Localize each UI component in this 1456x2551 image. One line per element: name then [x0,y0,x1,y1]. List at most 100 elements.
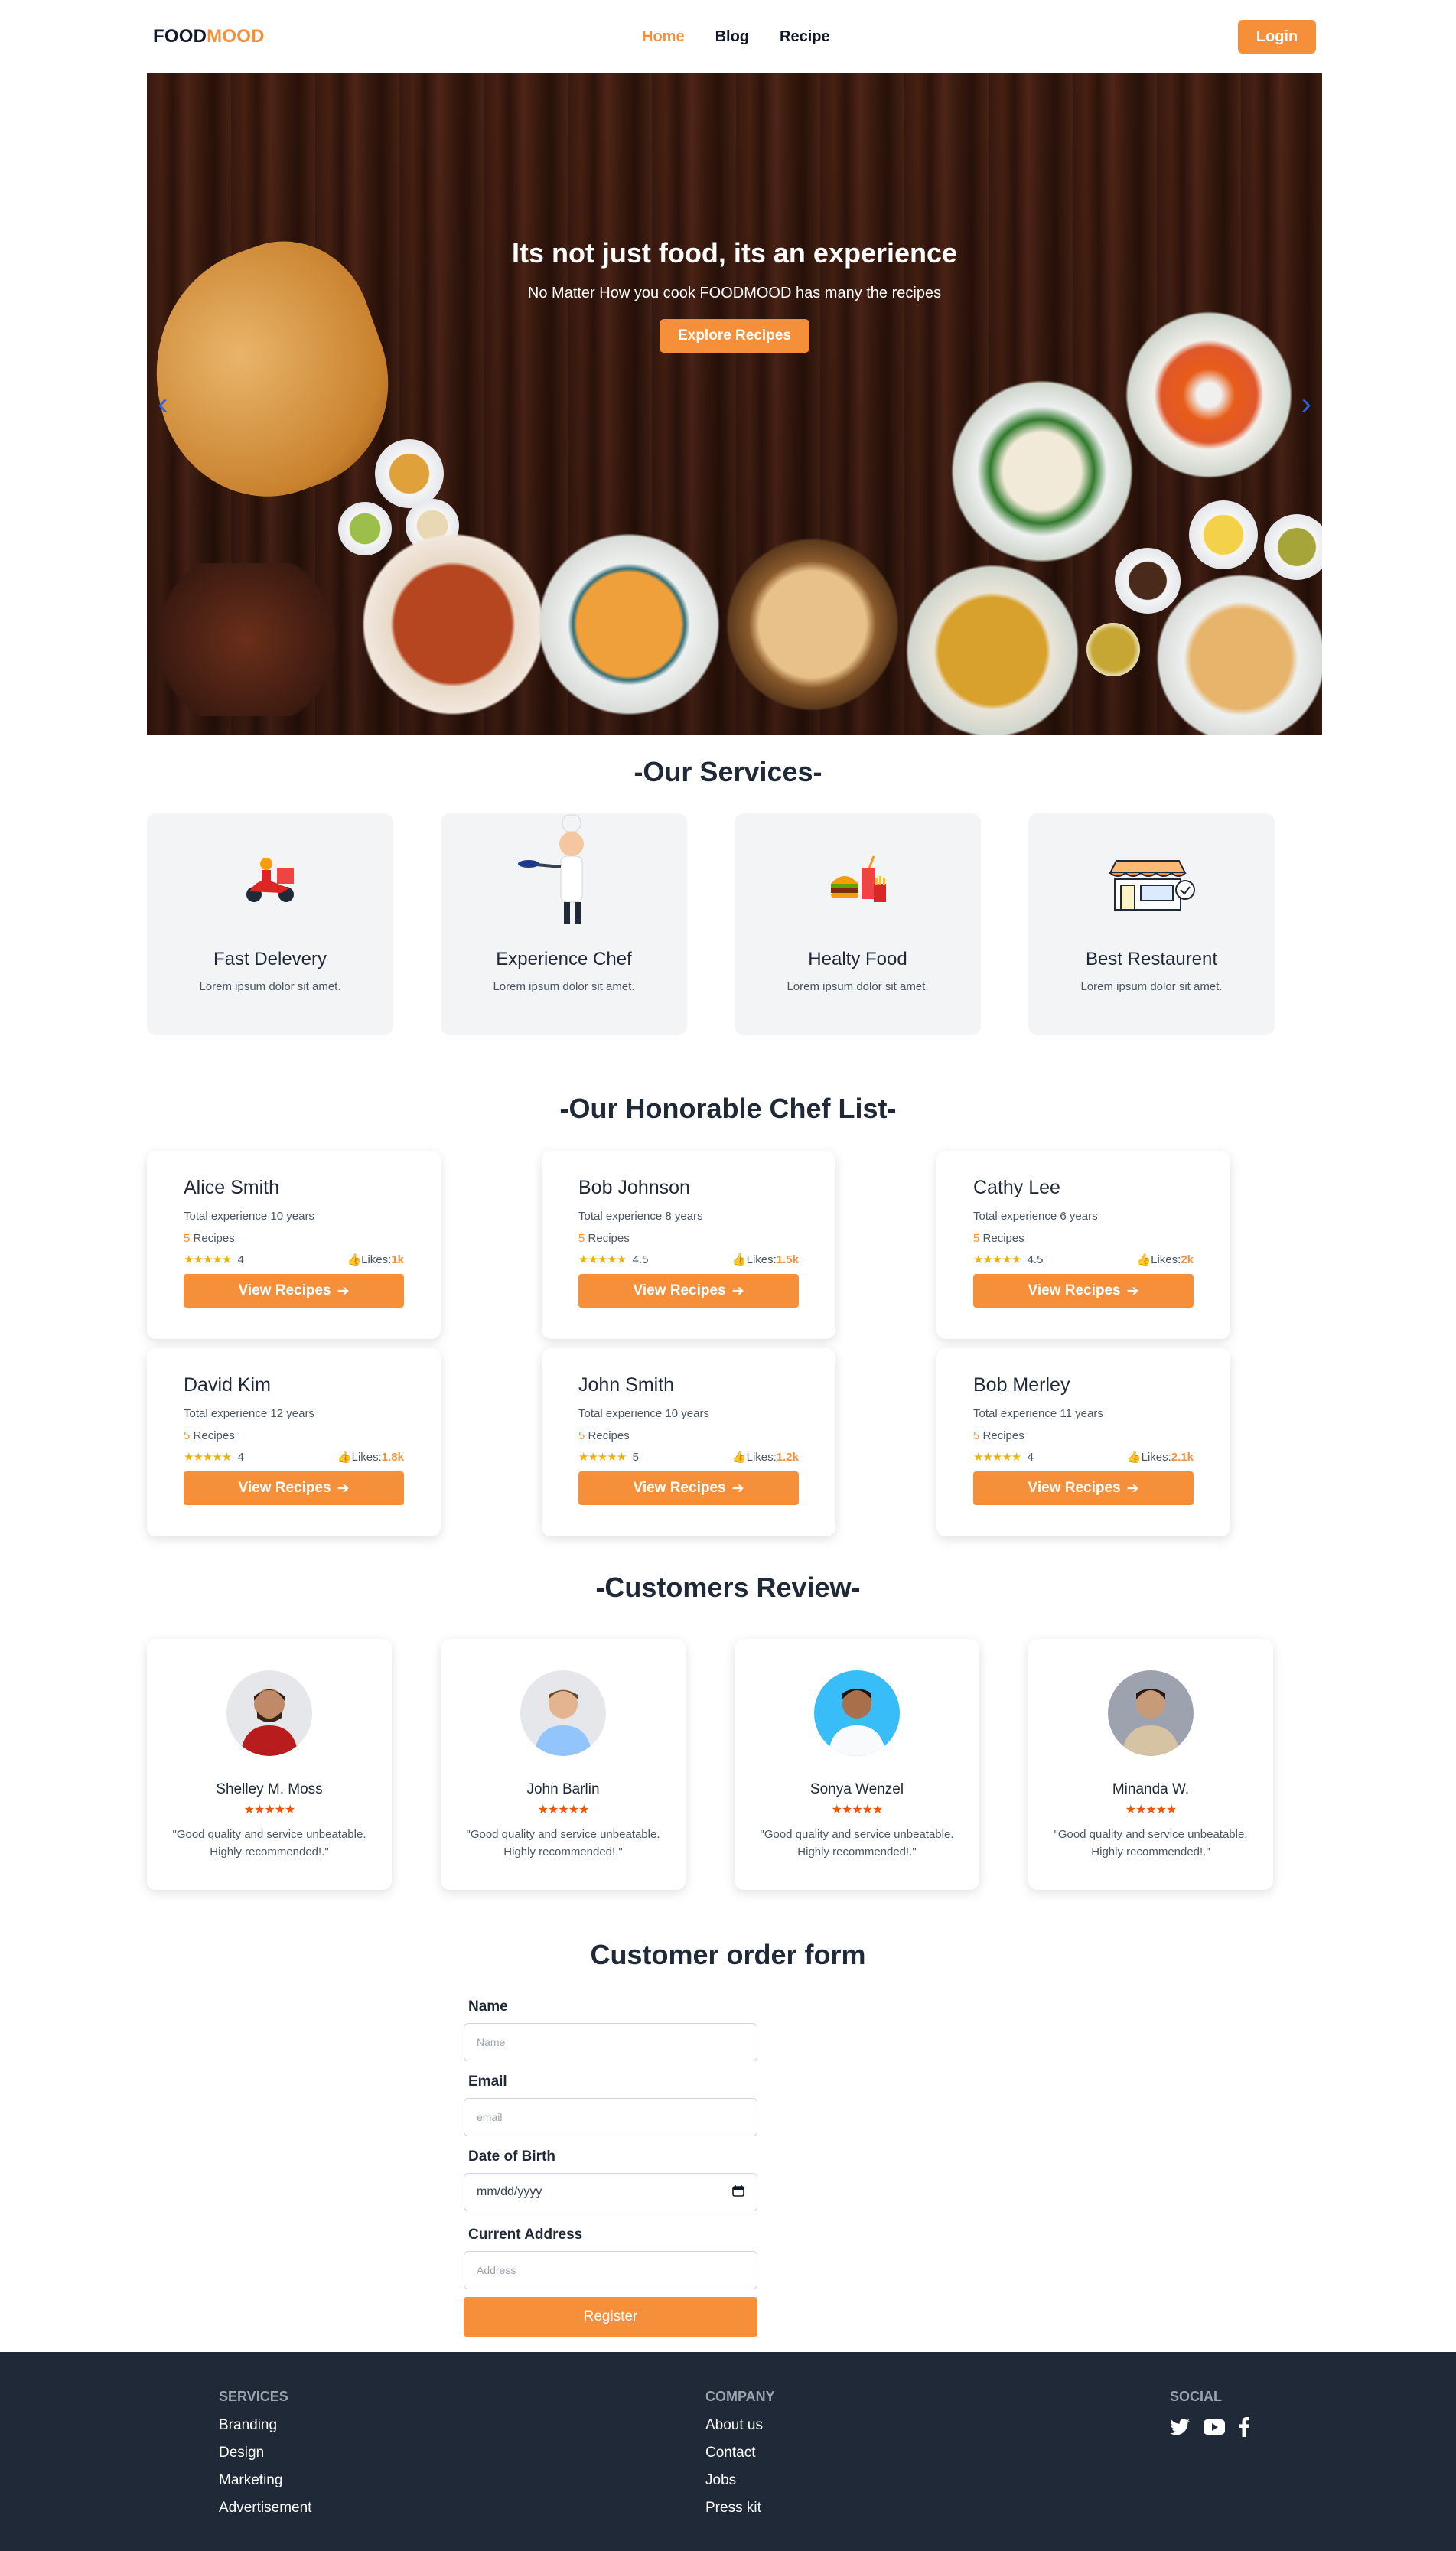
chef-name: Alice Smith [184,1177,280,1198]
thumbs-up-icon: 👍 [731,1451,747,1464]
curry-plate-image [361,533,545,716]
small-bowl-image [338,502,392,555]
recipe-label: Recipes [982,1232,1024,1245]
star-rating-icon: ★★★★★ [831,1803,884,1816]
view-recipes-button[interactable]: View Recipes ➔ [973,1471,1194,1505]
service-desc: Lorem ipsum dolor sit amet. [1080,980,1223,993]
name-label: Name [468,1999,508,2015]
reviews-grid: Shelley M. Moss ★★★★★ "Good quality and … [147,1639,1273,1890]
recipe-count: 5 [184,1232,191,1245]
footer-link[interactable]: Marketing [219,2472,311,2489]
footer-link[interactable]: Contact [705,2445,775,2461]
view-recipes-label: View Recipes [238,1480,331,1496]
arrow-right-icon: ➔ [1126,1282,1139,1299]
pani-puri-plate-image [1153,571,1322,735]
chef-recipes: 5 Recipes [973,1429,1194,1442]
star-rating-icon: ★★★★★ [578,1451,627,1464]
twitter-icon[interactable] [1170,2419,1190,2439]
recipe-label: Recipes [588,1232,630,1245]
carousel-prev-icon[interactable]: ‹ [158,387,168,422]
aloo-plate-image [901,563,1084,735]
explore-recipes-button[interactable]: Explore Recipes [660,319,809,353]
address-label: Current Address [468,2227,583,2243]
star-rating-icon: ★★★★★ [973,1253,1021,1266]
star-rating-icon: ★★★★★ [184,1451,232,1464]
arrow-right-icon: ➔ [1126,1480,1139,1497]
rating-value: 4.5 [1027,1253,1044,1266]
chef-card: Bob Johnson Total experience 8 years 5 R… [542,1151,835,1339]
service-title: Fast Delevery [213,949,327,969]
likes-value: 2.1k [1171,1451,1194,1464]
star-rating-icon: ★★★★★ [537,1803,590,1816]
chef-meta: ★★★★★ 5 👍Likes:1.2k [578,1450,799,1464]
carousel-next-icon[interactable]: › [1301,387,1311,422]
recipe-count: 5 [973,1232,980,1245]
calendar-icon[interactable] [732,2184,744,2201]
chef-list: Alice Smith Total experience 10 years 5 … [147,1151,1322,1546]
hero-title: Its not just food, its an experience [511,237,958,269]
facebook-icon[interactable] [1239,2417,1249,2441]
footer-services: SERVICES Branding Design Marketing Adver… [219,2389,311,2527]
view-recipes-button[interactable]: View Recipes ➔ [184,1471,404,1505]
arrow-right-icon: ➔ [731,1480,744,1497]
brand-logo[interactable]: FOODMOOD [147,26,265,47]
footer-link[interactable]: Design [219,2445,311,2461]
chef-row: Alice Smith Total experience 10 years 5 … [147,1151,1322,1339]
likes-label: Likes: [746,1253,777,1266]
footer-link[interactable]: Press kit [705,2500,775,2517]
chef-recipes: 5 Recipes [184,1429,404,1442]
thumbs-up-icon: 👍 [731,1253,747,1266]
brand-logo-part2: MOOD [207,26,265,47]
footer-link[interactable]: Advertisement [219,2500,311,2517]
view-recipes-button[interactable]: View Recipes ➔ [184,1274,404,1308]
name-input[interactable]: Name [464,2023,757,2061]
star-rating-icon: ★★★★★ [1125,1803,1178,1816]
register-button[interactable]: Register [464,2297,757,2337]
review-card: John Barlin ★★★★★ "Good quality and serv… [441,1639,686,1890]
paneer-bowl-image [537,533,721,716]
chef-rating: ★★★★★ 5 [578,1450,639,1464]
likes-value: 1.8k [381,1451,404,1464]
view-recipes-label: View Recipes [1028,1282,1121,1298]
avatar [1108,1670,1194,1756]
small-bowl-image [1115,548,1181,614]
rating-value: 4 [237,1451,244,1464]
social-icons [1170,2417,1249,2441]
arrow-right-icon: ➔ [337,1282,350,1299]
service-card: Best Restaurent Lorem ipsum dolor sit am… [1028,813,1275,1035]
chef-experience: Total experience 6 years [973,1210,1098,1223]
view-recipes-button[interactable]: View Recipes ➔ [578,1471,799,1505]
view-recipes-button[interactable]: View Recipes ➔ [578,1274,799,1308]
star-rating-icon: ★★★★★ [243,1803,296,1816]
view-recipes-label: View Recipes [633,1282,726,1298]
youtube-icon[interactable] [1204,2419,1225,2439]
burger-combo-icon [823,845,892,914]
brand-logo-part1: FOOD [153,26,207,47]
thumbs-up-icon: 👍 [1126,1451,1142,1464]
hero-banner: Its not just food, its an experience No … [147,73,1322,735]
nav-link-home[interactable]: Home [642,28,685,46]
chef-rating: ★★★★★ 4.5 [973,1253,1043,1266]
service-desc: Lorem ipsum dolor sit amet. [493,980,635,993]
footer-heading: COMPANY [705,2389,775,2404]
recipe-count: 5 [973,1429,980,1442]
order-form-title: Customer order form [590,1939,866,1970]
likes-label: Likes: [1141,1451,1171,1464]
hero-content: Its not just food, its an experience No … [147,237,1322,353]
idli-plate-image [950,380,1134,563]
chef-likes: 👍Likes:1.8k [337,1450,404,1464]
footer-link[interactable]: About us [705,2417,775,2434]
review-card: Shelley M. Moss ★★★★★ "Good quality and … [147,1639,392,1890]
email-input[interactable]: email [464,2098,757,2136]
footer-link[interactable]: Jobs [705,2472,775,2489]
nav-link-recipe[interactable]: Recipe [780,28,830,46]
view-recipes-button[interactable]: View Recipes ➔ [973,1274,1194,1308]
footer-link[interactable]: Branding [219,2417,311,2434]
star-rating-icon: ★★★★★ [973,1451,1021,1464]
login-button[interactable]: Login [1238,20,1316,54]
address-input[interactable]: Address [464,2251,757,2289]
dob-input[interactable]: mm/dd/yyyy [464,2173,757,2211]
service-card: Healty Food Lorem ipsum dolor sit amet. [735,813,981,1035]
nav-link-blog[interactable]: Blog [715,28,749,46]
chef-recipes: 5 Recipes [578,1429,799,1442]
